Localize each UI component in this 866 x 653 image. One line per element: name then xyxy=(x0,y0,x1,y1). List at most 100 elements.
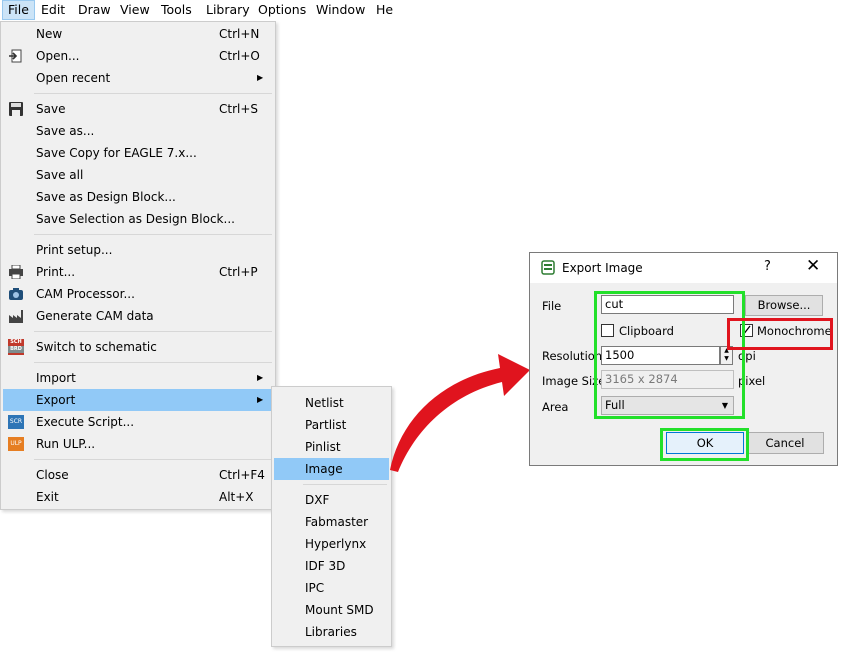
submenu-item-ipc[interactable]: IPC xyxy=(274,577,389,599)
pointer-arrow-icon xyxy=(390,354,530,472)
open-icon xyxy=(9,49,22,63)
menu-item-save-selection-design-block[interactable]: Save Selection as Design Block... xyxy=(3,208,273,230)
menu-bar: File Edit Draw View Tools Library Option… xyxy=(0,0,400,21)
area-label: Area xyxy=(542,400,569,414)
menu-item-print[interactable]: Print... Ctrl+P xyxy=(3,261,273,283)
menu-tools[interactable]: Tools xyxy=(156,0,197,20)
submenu-item-netlist[interactable]: Netlist xyxy=(274,392,389,414)
brd-label: BRD xyxy=(8,346,24,353)
menu-item-switch-schematic[interactable]: SCH BRD Switch to schematic xyxy=(3,336,273,358)
menu-item-label: Save as... xyxy=(36,124,95,138)
shortcut: Alt+X xyxy=(219,490,254,504)
submenu-item-label: Hyperlynx xyxy=(305,537,367,551)
submenu-item-label: IPC xyxy=(305,581,325,595)
menu-item-label: Open recent xyxy=(36,71,111,85)
cancel-button[interactable]: Cancel xyxy=(746,432,824,454)
menu-library[interactable]: Library xyxy=(201,0,255,20)
menu-item-generate-cam[interactable]: Generate CAM data xyxy=(3,305,273,327)
menu-item-label: Execute Script... xyxy=(36,415,135,429)
shortcut: Ctrl+O xyxy=(219,49,260,63)
submenu-item-libraries[interactable]: Libraries xyxy=(274,621,389,643)
browse-button[interactable]: Browse... xyxy=(745,295,823,316)
submenu-arrow-icon: ▶ xyxy=(257,373,264,382)
submenu-item-label: Image xyxy=(305,462,343,476)
menu-item-save-all[interactable]: Save all xyxy=(3,164,273,186)
menu-item-label: New xyxy=(36,27,63,41)
scr-icon: SCR xyxy=(8,415,24,429)
menu-item-label: CAM Processor... xyxy=(36,287,135,301)
menu-item-close[interactable]: Close Ctrl+F4 xyxy=(3,464,273,486)
menu-item-export[interactable]: Export ▶ xyxy=(3,389,273,411)
menu-item-label: Close xyxy=(36,468,69,482)
floppy-disk-icon xyxy=(9,102,23,116)
menu-item-label: Generate CAM data xyxy=(36,309,154,323)
export-submenu: Netlist Partlist Pinlist Image DXF Fabma… xyxy=(271,386,392,647)
submenu-item-hyperlynx[interactable]: Hyperlynx xyxy=(274,533,389,555)
menu-item-save-design-block[interactable]: Save as Design Block... xyxy=(3,186,273,208)
camera-icon xyxy=(9,288,23,300)
submenu-item-image[interactable]: Image xyxy=(274,458,389,480)
dialog-title: Export Image xyxy=(562,261,643,275)
submenu-item-partlist[interactable]: Partlist xyxy=(274,414,389,436)
menu-item-new[interactable]: New Ctrl+N xyxy=(3,23,273,45)
submenu-item-pinlist[interactable]: Pinlist xyxy=(274,436,389,458)
submenu-item-label: Mount SMD xyxy=(305,603,374,617)
menu-view[interactable]: View xyxy=(115,0,155,20)
menu-item-label: Exit xyxy=(36,490,59,504)
menu-file[interactable]: File xyxy=(2,0,35,20)
submenu-item-idf-3d[interactable]: IDF 3D xyxy=(274,555,389,577)
separator xyxy=(34,331,272,332)
menu-item-cam-processor[interactable]: CAM Processor... xyxy=(3,283,273,305)
menu-item-save-copy-eagle[interactable]: Save Copy for EAGLE 7.x... xyxy=(3,142,273,164)
separator xyxy=(34,362,272,363)
submenu-item-label: DXF xyxy=(305,493,330,507)
submenu-item-label: Netlist xyxy=(305,396,344,410)
separator xyxy=(34,459,272,460)
highlight-box-ok xyxy=(660,428,749,461)
menu-item-save-as[interactable]: Save as... xyxy=(3,120,273,142)
menu-item-label: Export xyxy=(36,393,76,407)
submenu-item-label: Pinlist xyxy=(305,440,341,454)
shortcut: Ctrl+F4 xyxy=(219,468,265,482)
menu-item-open[interactable]: Open... Ctrl+O xyxy=(3,45,273,67)
menu-item-execute-script[interactable]: SCR Execute Script... xyxy=(3,411,273,433)
menu-item-label: Import xyxy=(36,371,76,385)
sch-label: SCH xyxy=(10,339,22,345)
close-icon[interactable]: ✕ xyxy=(806,256,820,276)
menu-help[interactable]: He xyxy=(371,0,398,20)
menu-item-print-setup[interactable]: Print setup... xyxy=(3,239,273,261)
menu-draw[interactable]: Draw xyxy=(73,0,116,20)
menu-item-label: Switch to schematic xyxy=(36,340,157,354)
help-button[interactable]: ? xyxy=(764,259,771,274)
highlight-box-fields xyxy=(594,291,745,419)
submenu-item-label: Libraries xyxy=(305,625,357,639)
menu-item-label: Save as Design Block... xyxy=(36,190,176,204)
menu-item-import[interactable]: Import ▶ xyxy=(3,367,273,389)
submenu-item-label: Fabmaster xyxy=(305,515,369,529)
sch-brd-icon: SCH BRD xyxy=(8,339,24,355)
submenu-item-fabmaster[interactable]: Fabmaster xyxy=(274,511,389,533)
menu-window[interactable]: Window xyxy=(311,0,370,20)
menu-item-label: Print setup... xyxy=(36,243,113,257)
menu-item-exit[interactable]: Exit Alt+X xyxy=(3,486,273,508)
menu-item-run-ulp[interactable]: ULP Run ULP... xyxy=(3,433,273,455)
separator xyxy=(34,234,272,235)
menu-item-label: Print... xyxy=(36,265,76,279)
shortcut: Ctrl+N xyxy=(219,27,260,41)
menu-item-label: Save Selection as Design Block... xyxy=(36,212,235,226)
menu-item-label: Save Copy for EAGLE 7.x... xyxy=(36,146,197,160)
menu-item-save[interactable]: Save Ctrl+S xyxy=(3,98,273,120)
menu-edit[interactable]: Edit xyxy=(36,0,70,20)
submenu-item-dxf[interactable]: DXF xyxy=(274,489,389,511)
submenu-item-label: Partlist xyxy=(305,418,347,432)
submenu-arrow-icon: ▶ xyxy=(257,395,264,404)
separator xyxy=(303,484,387,485)
menu-item-open-recent[interactable]: Open recent ▶ xyxy=(3,67,273,89)
file-label: File xyxy=(542,299,562,313)
menu-item-label: Save xyxy=(36,102,66,116)
factory-icon xyxy=(9,310,23,323)
submenu-item-mount-smd[interactable]: Mount SMD xyxy=(274,599,389,621)
menu-options[interactable]: Options xyxy=(253,0,311,20)
submenu-arrow-icon: ▶ xyxy=(257,73,264,82)
dialog-title-bar: Export Image ? ✕ xyxy=(530,253,837,283)
